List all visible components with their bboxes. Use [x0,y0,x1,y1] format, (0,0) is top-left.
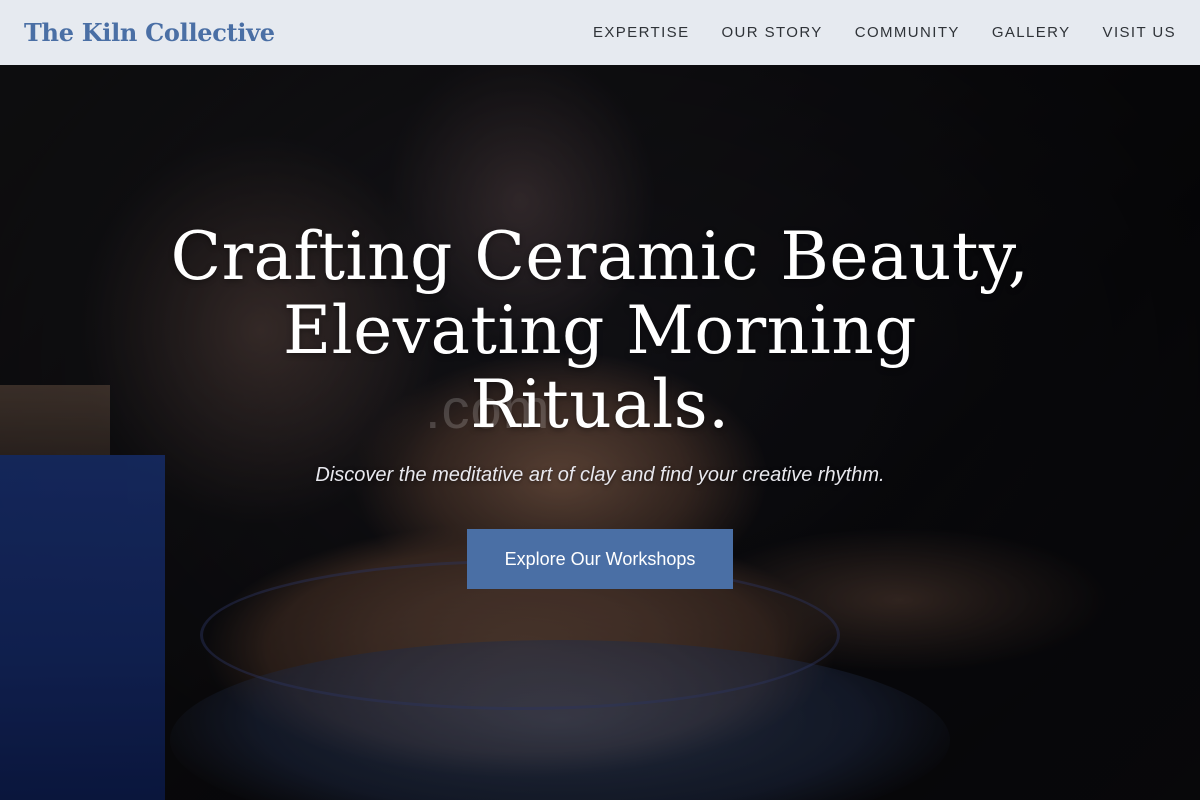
nav-link-visit-us[interactable]: VISIT US [1103,24,1176,41]
hero-section: Crafting Ceramic Beauty, Elevating Morni… [0,220,1200,589]
hero-title-line-2: Elevating Morning [282,292,918,369]
nav-link-expertise[interactable]: EXPERTISE [593,24,690,41]
nav-item-community: COMMUNITY [855,24,960,42]
page: .com The Kiln Collective EXPERTISE OUR S… [0,0,1200,800]
nav-item-our-story: OUR STORY [721,24,822,42]
hero-subtitle: Discover the meditative art of clay and … [315,464,885,486]
top-navigation-bar: The Kiln Collective EXPERTISE OUR STORY … [0,0,1200,65]
explore-workshops-button[interactable]: Explore Our Workshops [467,529,733,589]
nav-item-expertise: EXPERTISE [593,24,690,42]
hero-title: Crafting Ceramic Beauty, Elevating Morni… [150,220,1050,442]
hero-title-line-1: Crafting Ceramic Beauty, [170,218,1030,295]
nav-link-community[interactable]: COMMUNITY [855,24,960,41]
nav-item-visit-us: VISIT US [1103,24,1176,42]
nav-link-our-story[interactable]: OUR STORY [721,24,822,41]
nav-item-gallery: GALLERY [992,24,1071,42]
nav-menu: EXPERTISE OUR STORY COMMUNITY GALLERY VI… [561,24,1176,42]
hero-title-line-3: Rituals. [470,366,730,443]
nav-link-gallery[interactable]: GALLERY [992,24,1071,41]
brand-logo-link[interactable]: The Kiln Collective [24,18,275,47]
